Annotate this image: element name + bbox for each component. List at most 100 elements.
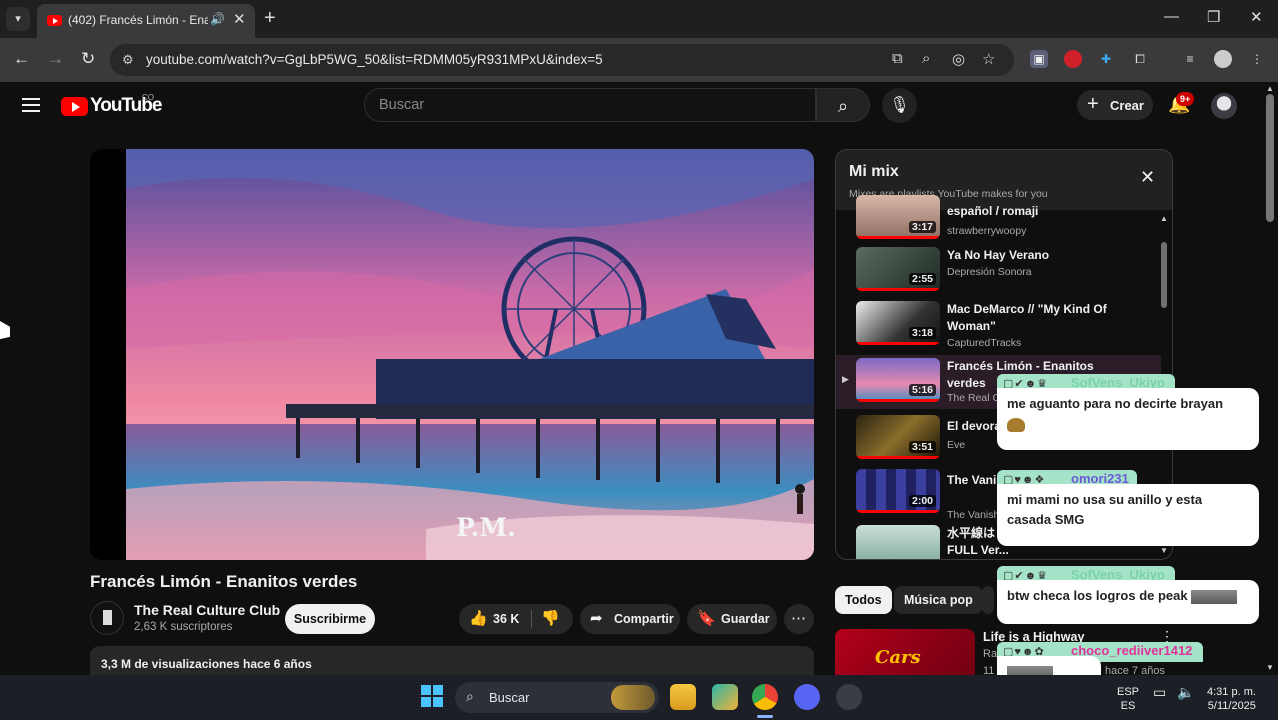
notifications-badge: 9+ — [1176, 92, 1195, 106]
playlist-item-title: español / romaji — [947, 204, 1039, 218]
subscribe-button[interactable]: Suscribirme — [285, 604, 375, 634]
network-icon[interactable]: ▭ — [1153, 685, 1166, 699]
mix-title: Mi mix — [849, 163, 899, 180]
share-label: Compartir — [614, 612, 674, 626]
bookmark-star-icon[interactable]: ☆ — [982, 50, 995, 68]
playlist-item[interactable]: 2:55 Ya No Hay Verano Depresión Sonora — [836, 244, 1161, 298]
playlist-item-title: Ya No Hay Verano — [947, 248, 1050, 262]
browser-menu-icon[interactable]: ⋮ — [1248, 50, 1266, 68]
description-box[interactable]: 3,3 M de visualizaciones hace 6 años — [90, 646, 814, 675]
emote-icon — [1007, 417, 1025, 432]
page-scroll-down-icon[interactable]: ▼ — [1266, 663, 1274, 672]
account-avatar[interactable] — [1211, 93, 1237, 119]
eye-off-icon[interactable]: ◎ — [952, 50, 965, 68]
video-duration: 2:00 — [908, 495, 936, 507]
audio-playing-icon[interactable]: 🔊 — [210, 12, 225, 26]
playlist-item-channel: CapturedTracks — [947, 337, 1022, 349]
more-actions-button[interactable]: ⋯ — [784, 604, 814, 634]
taskbar: ⌕ Buscar ESP ES ▭ 🔈 4:31 p. m. 5/11/2025 — [0, 675, 1278, 720]
search-button[interactable]: ⌕ — [816, 88, 870, 122]
search-input[interactable]: Buscar — [364, 88, 816, 122]
page-scroll-up-icon[interactable]: ▲ — [1266, 84, 1274, 93]
page-scrollbar[interactable] — [1266, 94, 1274, 222]
app-icon[interactable] — [712, 684, 738, 710]
forward-icon[interactable]: → — [47, 49, 64, 69]
volume-icon[interactable]: 🔈 — [1177, 685, 1194, 699]
watched-progress-bar — [856, 342, 940, 345]
youtube-logo-icon[interactable] — [61, 97, 88, 116]
clock[interactable]: 4:31 p. m. 5/11/2025 — [1207, 685, 1256, 713]
chip-pop-music[interactable]: Música pop — [894, 586, 983, 614]
browser-tab[interactable]: (402) Francés Limón - Enanitos verdes 🔊 … — [37, 4, 255, 38]
save-button[interactable]: 🔖 Guardar — [687, 604, 777, 634]
tab-search-button[interactable]: ▾ — [6, 7, 30, 31]
subscriber-count: 2,63 K suscriptores — [134, 621, 233, 633]
chat-message: btw checa los logros de peak — [997, 580, 1259, 624]
chip-more[interactable] — [982, 586, 994, 614]
share-icon: ➦ — [590, 610, 603, 627]
country-code: CO — [142, 93, 154, 102]
playlist-item-channel: strawberrywoopy — [947, 225, 1027, 237]
address-bar[interactable]: ⚙ youtube.com/watch?v=GgLbP5WG_50&list=R… — [110, 44, 1014, 76]
like-icon[interactable]: 👍 — [469, 609, 488, 627]
emote-icon — [1191, 589, 1238, 604]
extensions-puzzle-icon[interactable]: ⧠ — [1131, 50, 1149, 68]
search-icon: ⌕ — [466, 688, 474, 704]
channel-avatar[interactable] — [90, 601, 124, 635]
search-placeholder: Buscar — [379, 97, 425, 113]
create-label: Crear — [1110, 98, 1144, 113]
restore-icon[interactable]: ❐ — [1207, 8, 1220, 26]
extension-icon[interactable]: ▣ — [1030, 50, 1048, 68]
new-tab-button[interactable]: + — [264, 7, 276, 29]
close-icon[interactable]: ✕ — [1140, 167, 1155, 188]
voice-search-button[interactable]: 🎙 — [882, 88, 917, 123]
discord-icon[interactable] — [794, 684, 820, 710]
playlist-item[interactable]: 3:18 Mac DeMarco // "My Kind Of Woman" C… — [836, 298, 1161, 352]
scroll-up-icon[interactable]: ▲ — [1160, 214, 1168, 223]
url-text[interactable]: youtube.com/watch?v=GgLbP5WG_50&list=RDM… — [146, 52, 603, 67]
playlist-item-title: Mac DeMarco // "My Kind Of Woman" — [947, 302, 1107, 333]
like-count[interactable]: 36 K — [493, 612, 519, 626]
obs-icon[interactable] — [836, 684, 862, 710]
video-player[interactable]: P.M. — [90, 149, 814, 560]
chat-message-text: mi mami no usa su anillo y esta casada S… — [1007, 492, 1203, 527]
taskbar-search[interactable]: ⌕ Buscar — [455, 682, 659, 713]
video-thumbnail: 2:00 — [856, 469, 940, 513]
video-duration: 3:51 — [908, 441, 936, 453]
share-button[interactable]: ➦ Compartir — [580, 604, 680, 634]
reload-icon[interactable]: ↻ — [81, 49, 95, 69]
profile-avatar-icon[interactable] — [1214, 50, 1232, 68]
mouse-cursor-icon — [0, 321, 10, 345]
mix-scrollbar[interactable] — [1161, 242, 1167, 308]
dislike-icon[interactable]: 👎 — [541, 609, 560, 627]
back-icon[interactable]: ← — [13, 49, 30, 69]
input-language[interactable]: ESP ES — [1117, 685, 1139, 713]
chip-all[interactable]: Todos — [835, 586, 892, 614]
menu-icon[interactable] — [22, 98, 40, 116]
windows-start-icon[interactable] — [421, 685, 443, 707]
channel-name[interactable]: The Real Culture Club — [134, 602, 280, 618]
media-controls-icon[interactable]: ≡ — [1181, 50, 1199, 68]
video-duration: 5:16 — [908, 384, 936, 396]
browser-toolbar: ← → ↻ ⚙ youtube.com/watch?v=GgLbP5WG_50&… — [0, 38, 1278, 82]
file-explorer-icon[interactable] — [670, 684, 696, 710]
clock-date: 5/11/2025 — [1207, 700, 1256, 712]
minimize-icon[interactable]: — — [1164, 8, 1179, 25]
video-duration: 2:55 — [908, 273, 936, 285]
create-button[interactable]: + Crear — [1077, 90, 1153, 120]
chrome-icon[interactable] — [752, 684, 778, 710]
recommendation-thumbnail[interactable]: Cars — [835, 629, 975, 675]
plus-icon: + — [1087, 93, 1099, 115]
video-thumbnail — [856, 525, 940, 559]
close-window-icon[interactable]: ✕ — [1250, 8, 1263, 26]
scroll-down-icon[interactable]: ▼ — [1160, 546, 1168, 555]
video-frame — [126, 149, 814, 560]
zoom-icon[interactable]: ⌕ — [922, 50, 930, 67]
bookmark-icon: 🔖 — [697, 610, 716, 627]
playlist-item[interactable]: 3:17 español / romaji strawberrywoopy — [836, 192, 1161, 246]
translate-extension-icon[interactable]: ✚ — [1097, 50, 1115, 68]
adblock-extension-icon[interactable] — [1064, 50, 1082, 68]
site-info-icon[interactable]: ⚙ — [122, 52, 134, 68]
install-app-icon[interactable]: ⧉ — [892, 50, 903, 67]
close-tab-icon[interactable]: ✕ — [233, 10, 246, 28]
